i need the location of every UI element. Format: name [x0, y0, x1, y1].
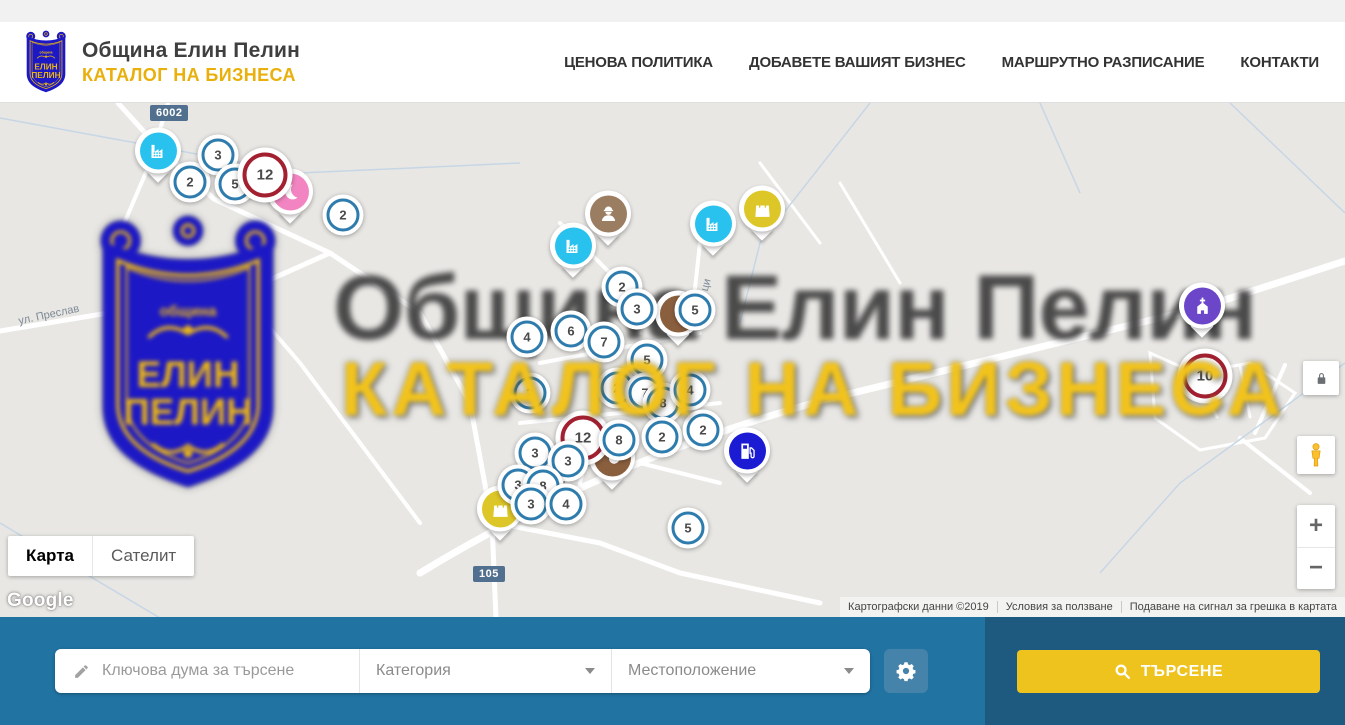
nav-item-3[interactable]: КОНТАКТИ [1240, 54, 1319, 71]
cluster-marker[interactable]: 5 [675, 290, 716, 331]
site-subtitle: КАТАЛОГ НА БИЗНЕСА [82, 65, 300, 86]
gear-icon [895, 660, 917, 682]
location-dropdown[interactable]: Местоположение [612, 649, 870, 693]
shopping-bag-pin-marker[interactable] [739, 185, 785, 231]
factory-pin-marker[interactable] [135, 127, 181, 173]
pencil-icon [73, 663, 90, 680]
cluster-marker[interactable]: 3 [617, 289, 658, 330]
brand-block[interactable]: Община Елин Пелин КАТАЛОГ НА БИЗНЕСА [82, 39, 300, 86]
cluster-marker[interactable]: 2 [323, 195, 364, 236]
lock-icon [1315, 371, 1328, 386]
main-nav: ЦЕНОВА ПОЛИТИКА ДОБАВЕТЕ ВАШИЯТ БИЗНЕС МАР… [564, 54, 1319, 71]
factory-pin-marker[interactable] [550, 222, 596, 268]
category-label: Категория [376, 662, 451, 680]
municipality-logo[interactable] [22, 30, 70, 94]
header: Община Елин Пелин КАТАЛОГ НА БИЗНЕСА ЦЕН… [0, 0, 1345, 102]
pegman-control[interactable] [1297, 436, 1335, 474]
cluster-marker[interactable]: 12 [238, 148, 293, 203]
zoom-control: + − [1297, 505, 1335, 589]
zoom-in-button[interactable]: + [1297, 505, 1335, 548]
pegman-icon [1305, 442, 1327, 468]
keyword-input[interactable] [102, 662, 359, 680]
watermark-crest [84, 213, 292, 495]
map-type-control: Карта Сателит [8, 536, 194, 576]
cluster-marker[interactable]: 5 [668, 508, 709, 549]
fuel-pin-marker[interactable] [724, 427, 770, 473]
search-submit-label: ТЪРСЕНЕ [1141, 663, 1224, 681]
search-bar: Категория Местоположение ТЪРСЕНЕ [0, 617, 1345, 725]
church-pin-marker[interactable] [1179, 282, 1225, 328]
map-attribution: Картографски данни ©2019Условия за ползв… [840, 597, 1345, 617]
search-icon [1114, 663, 1131, 680]
factory-pin-marker[interactable] [690, 200, 736, 246]
header-top-strip [0, 0, 1345, 22]
map-type-satellite-button[interactable]: Сателит [92, 536, 194, 576]
site-title: Община Елин Пелин [82, 39, 300, 63]
chevron-down-icon [585, 668, 595, 674]
attribution-link[interactable]: Условия за ползване [997, 601, 1121, 613]
keyword-section [55, 649, 360, 693]
nav-item-1[interactable]: ДОБАВЕТЕ ВАШИЯТ БИЗНЕС [749, 54, 966, 71]
watermark-subtitle: КАТАЛОГ НА БИЗНЕСА [341, 346, 1286, 433]
nav-item-2[interactable]: МАРШРУТНО РАЗПИСАНИЕ [1002, 54, 1205, 71]
search-submit-button[interactable]: ТЪРСЕНЕ [1017, 650, 1320, 693]
map-canvas[interactable]: 6002105ул. Преславбул. „Новоселци Община… [0, 102, 1345, 617]
category-dropdown[interactable]: Категория [360, 649, 612, 693]
chevron-down-icon [844, 668, 854, 674]
street-view-lock-button[interactable] [1303, 361, 1339, 395]
nav-item-0[interactable]: ЦЕНОВА ПОЛИТИКА [564, 54, 713, 71]
search-pill: Категория Местоположение [55, 649, 870, 693]
cluster-marker[interactable]: 4 [546, 484, 587, 525]
map-type-map-button[interactable]: Карта [8, 536, 92, 576]
map-data-credit: Картографски данни ©2019 [840, 601, 997, 613]
google-logo[interactable]: Google [7, 590, 74, 612]
advanced-search-button[interactable] [884, 649, 928, 693]
location-label: Местоположение [628, 662, 756, 680]
attribution-link[interactable]: Подаване на сигнал за грешка в картата [1121, 601, 1345, 613]
zoom-out-button[interactable]: − [1297, 548, 1335, 590]
